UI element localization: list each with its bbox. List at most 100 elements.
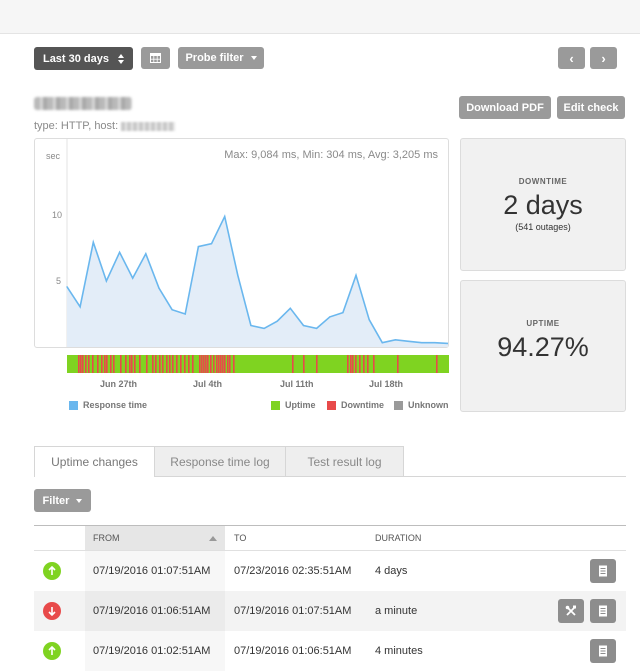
column-duration[interactable]: DURATION — [367, 526, 507, 550]
legend-swatch — [271, 400, 280, 410]
row-to: 07/23/2016 02:35:51AM — [234, 565, 352, 577]
response-time-point — [237, 274, 239, 276]
tab-test-result-log[interactable]: Test result log — [285, 446, 404, 477]
downtime-mark — [350, 355, 352, 373]
response-time-point — [289, 307, 291, 309]
downtime-panel: DOWNTIME 2 days (541 outages) — [460, 138, 626, 271]
date-range-select[interactable]: Last 30 days — [34, 47, 133, 70]
active-tab-gap — [35, 476, 154, 478]
downtime-mark — [373, 355, 375, 373]
details-button[interactable] — [590, 639, 616, 663]
downtime-mark — [80, 355, 82, 373]
downtime-mark — [203, 355, 205, 373]
downtime-mark — [97, 355, 99, 373]
legend-label: Downtime — [341, 400, 385, 410]
x-tick-jul-11: Jul 11th — [280, 379, 314, 389]
downtime-outages: (541 outages) — [515, 222, 571, 232]
calendar-button[interactable] — [141, 47, 170, 69]
response-time-point — [66, 286, 68, 288]
downtime-mark — [224, 355, 226, 373]
tab-label: Test result log — [307, 454, 382, 469]
legend-label: Response time — [83, 400, 148, 410]
downtime-mark — [436, 355, 438, 373]
downtime-mark — [188, 355, 190, 373]
uptime-bar-background — [67, 355, 449, 373]
downtime-mark — [125, 355, 127, 373]
top-bar — [0, 0, 640, 34]
table-row: 07/19/2016 01:06:51AM 07/19/2016 01:07:5… — [34, 591, 626, 631]
downtime-mark — [106, 355, 108, 373]
root-cause-button[interactable] — [558, 599, 584, 623]
tab-response-time-log[interactable]: Response time log — [154, 446, 286, 477]
downtime-mark — [155, 355, 157, 373]
response-time-point — [92, 241, 94, 243]
filter-dropdown[interactable]: Filter — [34, 489, 91, 512]
probe-filter-dropdown[interactable]: Probe filter — [178, 47, 264, 69]
column-duration-label: DURATION — [375, 533, 422, 543]
downtime-mark — [220, 355, 222, 373]
downtime-mark — [159, 355, 161, 373]
response-time-point — [368, 319, 370, 321]
downtime-mark — [216, 355, 218, 373]
calendar-icon — [150, 53, 161, 63]
downtime-mark — [172, 355, 174, 373]
response-time-point — [171, 309, 173, 311]
details-button[interactable] — [590, 599, 616, 623]
response-time-point — [421, 342, 423, 344]
downtime-mark — [199, 355, 201, 373]
downtime-mark — [101, 355, 103, 373]
row-from: 07/19/2016 01:02:51AM — [93, 645, 211, 657]
uptime-timeline — [67, 355, 449, 373]
legend-label: Uptime — [285, 400, 316, 410]
downtime-mark — [146, 355, 148, 373]
downtime-value: 2 days — [503, 190, 583, 220]
probe-filter-label: Probe filter — [185, 52, 244, 64]
previous-button[interactable]: ‹ — [558, 47, 585, 69]
check-subtitle: type: HTTP, host: — [34, 120, 176, 132]
response-time-point — [434, 342, 436, 344]
response-time-point — [224, 215, 226, 218]
downtime-mark — [162, 355, 164, 373]
uptime-value: 94.27% — [497, 332, 589, 362]
edit-check-button[interactable]: Edit check — [557, 96, 625, 119]
response-time-point — [394, 339, 397, 341]
host-redacted — [121, 121, 176, 131]
table-row: 07/19/2016 01:07:51AM 07/23/2016 02:35:5… — [34, 551, 626, 591]
check-name-redacted — [34, 97, 132, 110]
details-button[interactable] — [590, 559, 616, 583]
column-from[interactable]: FROM — [85, 526, 225, 550]
downtime-mark — [134, 355, 136, 373]
row-to: 07/19/2016 01:06:51AM — [234, 645, 352, 657]
downtime-mark — [88, 355, 90, 373]
uptime-panel: UPTIME 94.27% — [460, 280, 626, 412]
response-time-point — [132, 277, 134, 279]
response-time-point — [197, 245, 199, 248]
caret-down-icon — [76, 498, 83, 503]
legend-uptime: Uptime — [271, 400, 316, 410]
uptime-label: UPTIME — [526, 319, 560, 328]
downtime-mark — [120, 355, 122, 373]
downtime-mark — [227, 355, 229, 373]
downtime-mark — [131, 355, 133, 373]
x-tick-jul-4: Jul 4th — [193, 379, 223, 389]
downtime-mark — [352, 355, 354, 373]
downtime-mark — [207, 355, 209, 373]
download-pdf-button[interactable]: Download PDF — [459, 96, 551, 119]
downtime-mark — [169, 355, 171, 373]
legend-response-time: Response time — [69, 400, 147, 410]
downtime-mark — [192, 355, 194, 373]
downtime-mark — [222, 355, 224, 373]
downtime-mark — [129, 355, 131, 373]
response-time-point — [250, 324, 252, 327]
x-tick-jun-27: Jun 27th — [100, 379, 138, 389]
next-button[interactable]: › — [590, 47, 617, 69]
downtime-mark — [166, 355, 168, 373]
row-from: 07/19/2016 01:07:51AM — [93, 565, 211, 577]
response-time-point — [276, 320, 278, 322]
response-time-point — [329, 316, 331, 318]
downtime-mark — [316, 355, 318, 373]
downtime-mark — [363, 355, 365, 373]
tab-uptime-changes[interactable]: Uptime changes — [34, 446, 155, 477]
column-to[interactable]: TO — [226, 526, 366, 550]
response-time-point — [355, 274, 357, 276]
